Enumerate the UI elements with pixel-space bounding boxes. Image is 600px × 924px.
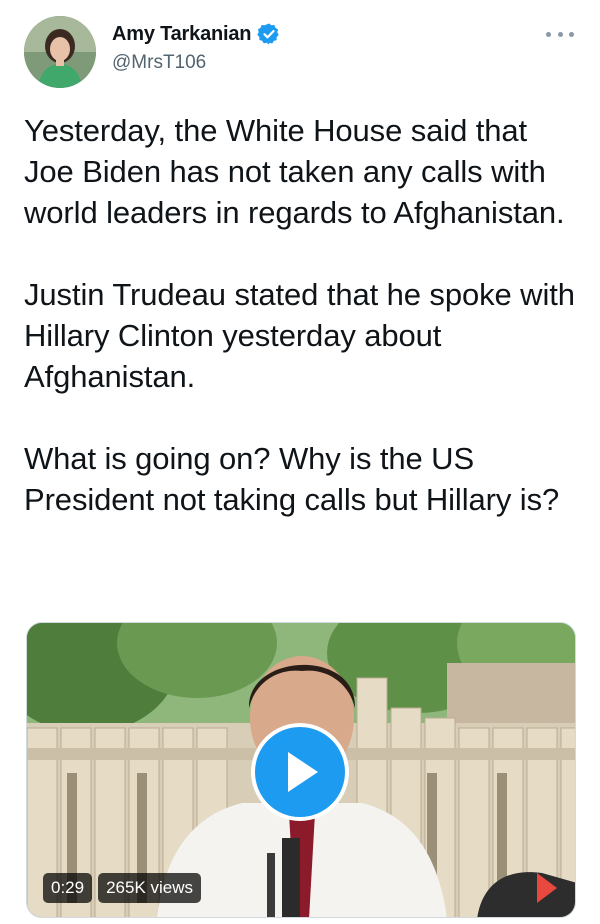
tweet-card: Amy Tarkanian @MrsT106 Yesterday, the Wh…	[0, 0, 600, 924]
avatar-image	[24, 16, 96, 88]
avatar[interactable]	[24, 16, 96, 88]
tweet-paragraph: What is going on? Why is the US Presiden…	[24, 441, 560, 517]
video-player[interactable]: 0:29 265K views	[26, 622, 576, 918]
author-display-name[interactable]: Amy Tarkanian	[112, 23, 252, 46]
video-view-count: 265K views	[98, 873, 202, 903]
video-duration: 0:29	[43, 873, 93, 903]
play-icon	[288, 752, 318, 792]
more-dot	[546, 31, 551, 37]
verified-badge-icon	[257, 22, 281, 46]
more-options-icon[interactable]	[546, 24, 574, 44]
more-dot	[569, 31, 574, 37]
tweet-paragraph: Yesterday, the White House said that Joe…	[24, 113, 565, 230]
video-meta: 0:29 265K views	[43, 873, 202, 903]
tweet-paragraph: Justin Trudeau stated that he spoke with…	[24, 277, 575, 394]
author-name-row: Amy Tarkanian	[112, 22, 281, 46]
author-handle[interactable]: @MrsT106	[112, 52, 206, 74]
play-button[interactable]	[251, 723, 349, 821]
more-dot	[557, 31, 563, 37]
tweet-text: Yesterday, the White House said that Joe…	[24, 110, 576, 520]
